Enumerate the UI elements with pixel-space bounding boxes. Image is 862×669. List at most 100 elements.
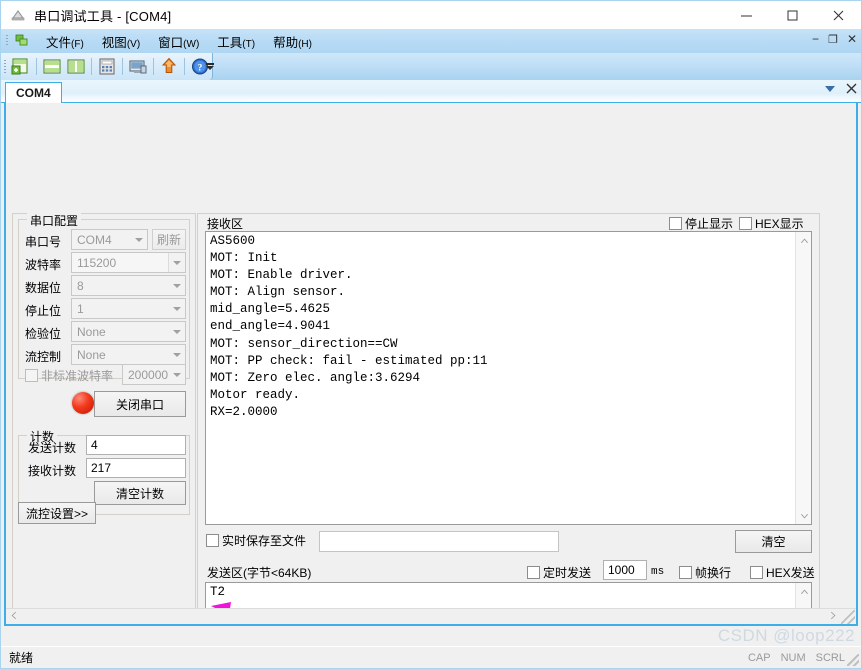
clear-counters-label: 清空计数 bbox=[115, 486, 164, 501]
timed-send-label: 定时发送 bbox=[543, 566, 592, 580]
mdi-child-window: 串口配置 串口号 COM4 刷新 波特率 115200 数据位 8 停止位 1 … bbox=[4, 103, 858, 626]
status-bar: 就绪 CAP NUM SCRL bbox=[1, 646, 861, 668]
tab-com4[interactable]: COM4 bbox=[5, 82, 62, 103]
checkbox-box bbox=[527, 566, 540, 579]
hex-send-checkbox[interactable]: HEX发送 bbox=[750, 564, 815, 581]
parity-value: None bbox=[77, 324, 106, 339]
send-interval-unit: ms bbox=[651, 566, 665, 578]
toolbar-separator bbox=[183, 58, 185, 75]
tx-count-label: 发送计数 bbox=[28, 441, 77, 455]
toolbar-separator bbox=[90, 58, 92, 75]
frame-newline-checkbox[interactable]: 帧换行 bbox=[679, 564, 731, 581]
minimize-button[interactable] bbox=[723, 1, 769, 29]
port-select[interactable]: COM4 bbox=[71, 229, 148, 250]
menu-item-help-mnemonic: (H) bbox=[298, 38, 312, 50]
toolbar-overflow-icon[interactable] bbox=[204, 59, 216, 74]
flow-settings-button[interactable]: 流控设置>> bbox=[18, 502, 96, 524]
scroll-down-icon[interactable] bbox=[796, 508, 811, 524]
tab-close-button[interactable] bbox=[846, 83, 857, 97]
status-indicator-cap: CAP bbox=[747, 651, 771, 664]
menu-item-tools[interactable]: 工具(T) bbox=[208, 30, 264, 53]
menu-item-file[interactable]: 文件(F) bbox=[37, 30, 93, 53]
receive-scrollbar[interactable] bbox=[795, 232, 811, 524]
title-bar: 串口调试工具 - [COM4] bbox=[1, 1, 861, 29]
nonstandard-baud-checkbox[interactable]: 非标准波特率 bbox=[25, 367, 113, 384]
status-text: 就绪 bbox=[9, 651, 34, 665]
hex-display-checkbox[interactable]: HEX显示 bbox=[739, 215, 804, 232]
tile-vertical-icon[interactable] bbox=[65, 55, 87, 78]
monitor-icon[interactable] bbox=[127, 55, 149, 78]
scroll-up-icon[interactable] bbox=[796, 583, 811, 599]
clear-counters-button[interactable]: 清空计数 bbox=[94, 481, 186, 505]
nonstandard-baud-value: 200000 bbox=[128, 367, 168, 382]
tx-count-value: 4 bbox=[91, 438, 98, 452]
menu-item-window-label: 窗口 bbox=[158, 35, 184, 50]
baudrate-label: 波特率 bbox=[25, 258, 62, 272]
send-interval-input[interactable]: 1000 bbox=[603, 560, 647, 580]
com4-panel: 串口配置 串口号 COM4 刷新 波特率 115200 数据位 8 停止位 1 … bbox=[6, 103, 856, 624]
window-resize-grip[interactable] bbox=[847, 654, 859, 666]
rx-count-field[interactable]: 217 bbox=[86, 458, 186, 478]
receive-title: 接收区 bbox=[207, 217, 244, 231]
mdi-caption-buttons: − ❐ ✕ bbox=[812, 32, 857, 46]
nonstandard-baud-select[interactable]: 200000 bbox=[122, 364, 186, 385]
application-window: 串口调试工具 - [COM4] 文件(F) 视图(V) 窗口(W) 工具(T) … bbox=[0, 0, 862, 669]
menu-item-help-label: 帮助 bbox=[273, 35, 299, 50]
checkbox-box bbox=[206, 534, 219, 547]
chevron-down-icon bbox=[168, 365, 185, 384]
baudrate-select[interactable]: 115200 bbox=[71, 252, 186, 273]
checkbox-box bbox=[25, 369, 38, 382]
menu-item-window[interactable]: 窗口(W) bbox=[149, 30, 208, 53]
port-value: COM4 bbox=[77, 232, 112, 247]
chevron-down-icon bbox=[130, 230, 147, 249]
flowcontrol-select[interactable]: None bbox=[71, 344, 186, 365]
maximize-button[interactable] bbox=[769, 1, 815, 29]
mdi-close-button[interactable]: ✕ bbox=[847, 32, 857, 46]
scroll-left-icon[interactable] bbox=[6, 611, 21, 623]
scroll-up-icon[interactable] bbox=[796, 232, 811, 248]
watermark: CSDN @loop222 bbox=[717, 626, 855, 645]
menubar-grip[interactable] bbox=[3, 33, 11, 49]
receive-textarea[interactable]: AS5600 MOT: Init MOT: Enable driver. MOT… bbox=[205, 231, 812, 525]
svg-text:?: ? bbox=[198, 63, 203, 73]
save-to-file-checkbox[interactable]: 实时保存至文件 bbox=[206, 532, 306, 549]
toolbar-grip[interactable] bbox=[1, 53, 8, 80]
scroll-right-icon[interactable] bbox=[826, 611, 841, 623]
calculator-icon[interactable] bbox=[96, 55, 118, 78]
upload-icon[interactable] bbox=[158, 55, 180, 78]
menu-item-help[interactable]: 帮助(H) bbox=[264, 30, 321, 53]
nonstandard-baud-label: 非标准波特率 bbox=[41, 369, 114, 383]
save-file-path-input[interactable] bbox=[319, 531, 559, 552]
clear-receive-label: 清空 bbox=[761, 535, 786, 549]
timed-send-checkbox[interactable]: 定时发送 bbox=[527, 564, 591, 581]
checkbox-box bbox=[739, 217, 752, 230]
mdi-minimize-button[interactable]: − bbox=[812, 32, 819, 46]
mdi-restore-button[interactable]: ❐ bbox=[828, 33, 838, 46]
flow-settings-label: 流控设置>> bbox=[25, 506, 89, 521]
tile-horizontal-icon[interactable] bbox=[40, 55, 62, 78]
parity-select[interactable]: None bbox=[71, 321, 186, 342]
clear-receive-button[interactable]: 清空 bbox=[735, 530, 812, 553]
databits-label: 数据位 bbox=[25, 281, 62, 295]
window-controls bbox=[723, 1, 861, 29]
window-title: 串口调试工具 - [COM4] bbox=[34, 8, 172, 24]
close-button[interactable] bbox=[815, 1, 861, 29]
tab-list-button[interactable] bbox=[824, 83, 836, 97]
menu-app-icon bbox=[13, 32, 31, 50]
port-open-led bbox=[72, 392, 94, 414]
resize-grip[interactable] bbox=[841, 609, 855, 624]
menu-item-tools-mnemonic: (T) bbox=[242, 38, 256, 50]
tab-com4-label: COM4 bbox=[16, 86, 51, 100]
menu-item-view[interactable]: 视图(V) bbox=[93, 30, 149, 53]
app-serial-icon bbox=[10, 7, 26, 23]
databits-select[interactable]: 8 bbox=[71, 275, 186, 296]
parity-label: 检验位 bbox=[25, 327, 62, 341]
mdi-horizontal-scrollbar[interactable] bbox=[6, 608, 856, 624]
stopbits-select[interactable]: 1 bbox=[71, 298, 186, 319]
close-port-button[interactable]: 关闭串口 bbox=[94, 391, 186, 417]
tx-count-field[interactable]: 4 bbox=[86, 435, 186, 455]
stop-display-checkbox[interactable]: 停止显示 bbox=[669, 215, 733, 232]
stopbits-label: 停止位 bbox=[25, 304, 62, 318]
new-window-icon[interactable] bbox=[9, 55, 31, 78]
refresh-ports-button[interactable]: 刷新 bbox=[152, 229, 186, 250]
